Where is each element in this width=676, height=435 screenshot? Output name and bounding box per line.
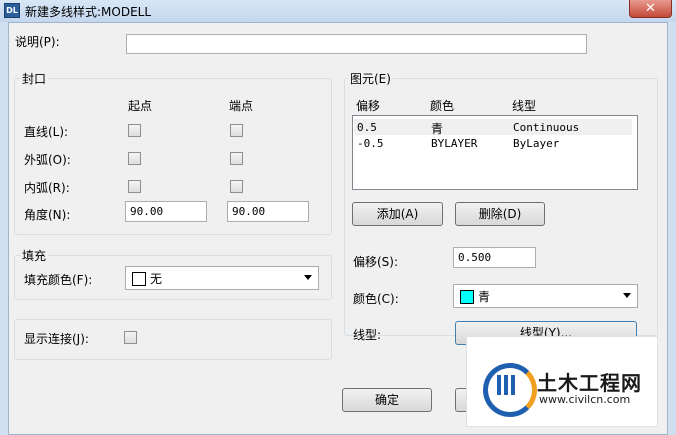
joints-label: 显示连接(J): (24, 332, 89, 346)
element-linetype-label: 线型: (353, 328, 382, 342)
watermark-url: www.civilcn.com (539, 393, 631, 406)
fill-color-value: 无 (150, 272, 163, 286)
cap-line-start-checkbox[interactable] (128, 124, 141, 137)
element-color-label: 颜色(C): (353, 292, 399, 306)
cap-angle-start-input[interactable]: 90.00 (125, 201, 207, 222)
cap-angle-end-input[interactable]: 90.00 (227, 201, 309, 222)
cap-inner-arc-end-checkbox[interactable] (230, 180, 243, 193)
watermark-name: 土木工程网 (537, 371, 642, 395)
cap-outer-arc-end-checkbox[interactable] (230, 152, 243, 165)
element-color: BYLAYER (431, 137, 478, 150)
title-bar[interactable]: DL 新建多线样式:MODELL ✕ (0, 0, 676, 22)
elements-list[interactable]: 0.5 青 Continuous -0.5 BYLAYER ByLayer (352, 115, 638, 190)
cap-angle-label: 角度(N): (24, 208, 71, 222)
fill-color-swatch (132, 272, 146, 286)
element-color-value: 青 (478, 290, 491, 304)
watermark-logo: 土木工程网 www.civilcn.com (466, 336, 658, 427)
chevron-down-icon (623, 293, 631, 298)
elements-color-header: 颜色 (430, 99, 455, 113)
elements-group-label: 图元(E) (348, 70, 393, 87)
caps-start-header: 起点 (128, 99, 153, 113)
description-input[interactable] (126, 34, 587, 54)
joints-checkbox[interactable] (124, 331, 137, 344)
cap-outer-arc-start-checkbox[interactable] (128, 152, 141, 165)
caps-group-label: 封口 (20, 70, 49, 87)
elements-linetype-header: 线型 (512, 99, 537, 113)
list-item[interactable]: -0.5 BYLAYER ByLayer (354, 135, 632, 151)
fill-group-label: 填充 (20, 247, 49, 264)
element-linetype: Continuous (513, 121, 580, 134)
fill-color-select[interactable]: 无 (125, 266, 319, 290)
cap-line-label: 直线(L): (24, 125, 69, 139)
element-color-swatch (460, 290, 474, 304)
element-offset: -0.5 (357, 137, 384, 150)
list-item[interactable]: 0.5 青 Continuous (354, 119, 632, 136)
logo-bars-icon (497, 375, 515, 395)
cap-line-end-checkbox[interactable] (230, 124, 243, 137)
cap-inner-arc-start-checkbox[interactable] (128, 180, 141, 193)
element-offset-input[interactable]: 0.500 (453, 247, 536, 268)
element-offset-label: 偏移(S): (353, 255, 399, 269)
close-button[interactable]: ✕ (629, 0, 672, 18)
add-element-button[interactable]: 添加(A) (352, 202, 443, 226)
delete-element-button[interactable]: 删除(D) (455, 202, 545, 226)
ok-button[interactable]: 确定 (342, 388, 432, 412)
caps-end-header: 端点 (229, 99, 254, 113)
autocad-icon: DL (4, 3, 20, 18)
cap-outer-arc-label: 外弧(O): (24, 153, 71, 167)
cap-inner-arc-label: 内弧(R): (24, 181, 70, 195)
element-offset: 0.5 (357, 121, 377, 134)
window-title: 新建多线样式:MODELL (25, 5, 152, 19)
elements-offset-header: 偏移 (356, 99, 381, 113)
description-label: 说明(P): (15, 35, 60, 49)
element-color-select[interactable]: 青 (453, 284, 638, 308)
chevron-down-icon (304, 275, 312, 280)
element-linetype: ByLayer (513, 137, 560, 150)
fill-color-label: 填充颜色(F): (24, 273, 93, 287)
